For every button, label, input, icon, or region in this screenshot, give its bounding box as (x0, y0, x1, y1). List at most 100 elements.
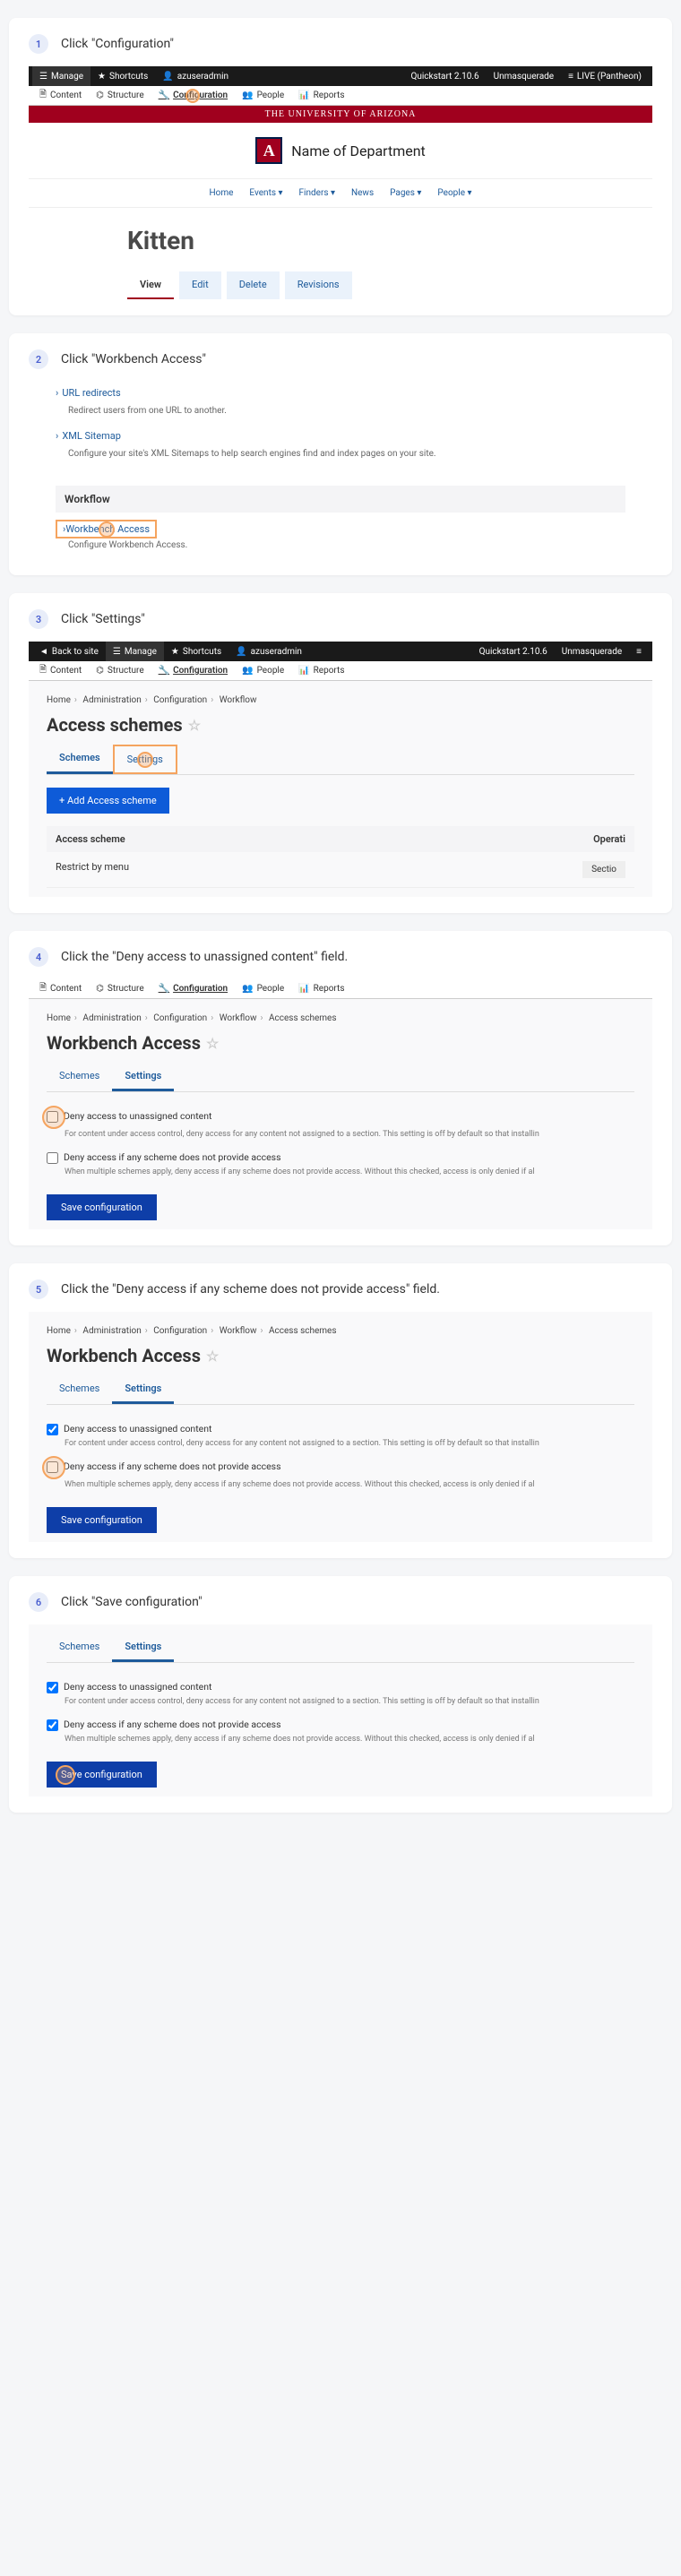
page-title: Kitten (127, 226, 652, 255)
star-icon: ★ (98, 72, 106, 82)
tab-settings[interactable]: Settings (112, 1633, 174, 1662)
save-configuration-button[interactable]: Save configuration (47, 1762, 157, 1788)
save-configuration-button[interactable]: Save configuration (47, 1507, 157, 1533)
tab-schemes[interactable]: Schemes (47, 745, 113, 774)
nav-people[interactable]: People ▾ (437, 188, 471, 198)
people-link[interactable]: 👥People (235, 90, 291, 100)
reports-icon: 📊 (298, 666, 309, 676)
configuration-link[interactable]: 🔧Configuration (151, 984, 235, 994)
tab-schemes[interactable]: Schemes (47, 1375, 112, 1404)
reports-link[interactable]: 📊Reports (291, 90, 351, 100)
click-highlight (47, 1460, 58, 1477)
step-header: 5 Click the "Deny access if any scheme d… (29, 1279, 652, 1299)
admin-subbar: 🗎Content ⌬Structure 🔧Configuration 👥Peop… (29, 661, 652, 681)
step-number: 3 (29, 609, 48, 629)
structure-link[interactable]: ⌬Structure (89, 90, 151, 100)
content-link[interactable]: 🗎Content (32, 663, 89, 678)
back-to-site[interactable]: ◄Back to site (32, 642, 106, 661)
nav-pages[interactable]: Pages ▾ (390, 188, 421, 198)
configuration-link[interactable]: 🔧Configuration (151, 90, 235, 100)
scheme-tabs: Schemes Settings (47, 1063, 634, 1092)
deny-any-scheme-checkbox[interactable] (47, 1152, 58, 1164)
admin-subbar: 🗎Content ⌬Structure 🔧Configuration 👥Peop… (29, 86, 652, 106)
user-menu[interactable]: 👤azuseradmin (228, 642, 309, 661)
tab-delete[interactable]: Delete (227, 271, 280, 299)
workbench-access-link[interactable]: ›Workbench Access (56, 520, 157, 538)
favorite-icon[interactable]: ☆ (188, 717, 201, 734)
nav-news[interactable]: News (351, 188, 374, 198)
tab-settings[interactable]: Settings (112, 1063, 174, 1091)
tab-edit[interactable]: Edit (179, 271, 221, 299)
tab-revisions[interactable]: Revisions (285, 271, 352, 299)
department-header: A Name of Department (29, 123, 652, 178)
deny-unassigned-checkbox[interactable] (47, 1111, 58, 1123)
deny-unassigned-checkbox[interactable] (47, 1424, 58, 1435)
university-banner: THE UNIVERSITY OF ARIZONA (29, 106, 652, 123)
breadcrumb: Home› Administration› Configuration› Wor… (47, 1008, 634, 1029)
content-icon: 🗎 (39, 663, 47, 678)
manage-menu[interactable]: ☰Manage (32, 66, 91, 86)
deny-unassigned-label: Deny access to unassigned content (64, 1110, 211, 1122)
tab-schemes[interactable]: Schemes (47, 1633, 112, 1662)
admin-subbar: 🗎Content ⌬Structure 🔧Configuration 👥Peop… (29, 979, 652, 999)
deny-unassigned-checkbox[interactable] (47, 1682, 58, 1693)
deny-any-scheme-checkbox[interactable] (47, 1461, 58, 1473)
sections-button[interactable]: Sectio (582, 861, 625, 878)
nav-finders[interactable]: Finders ▾ (299, 188, 335, 198)
reports-link[interactable]: 📊Reports (291, 666, 351, 676)
content-link[interactable]: 🗎Content (32, 88, 89, 103)
unmasquerade-link[interactable]: Unmasquerade (487, 66, 561, 86)
env-indicator: ≡LIVE (Pantheon) (561, 66, 649, 86)
favorite-icon[interactable]: ☆ (206, 1035, 219, 1052)
hamburger-icon: ☰ (39, 72, 47, 82)
save-configuration-button[interactable]: Save configuration (47, 1194, 157, 1220)
structure-link[interactable]: ⌬Structure (89, 666, 151, 676)
favorite-icon[interactable]: ☆ (206, 1348, 219, 1365)
people-link[interactable]: 👥People (235, 666, 291, 676)
quickstart-version: Quickstart 2.10.6 (403, 66, 486, 86)
tab-schemes[interactable]: Schemes (47, 1063, 112, 1091)
click-highlight (137, 752, 153, 768)
deny-unassigned-row: Deny access to unassigned content (47, 1419, 634, 1439)
step-header: 4 Click the "Deny access to unassigned c… (29, 947, 652, 967)
nav-home[interactable]: Home (209, 188, 233, 198)
user-menu[interactable]: 👤azuseradmin (155, 66, 236, 86)
deny-any-scheme-desc: When multiple schemes apply, deny access… (47, 1167, 634, 1176)
scheme-tabs: Schemes Settings (47, 745, 634, 775)
nav-events[interactable]: Events ▾ (249, 188, 282, 198)
workflow-section: Workflow (56, 486, 625, 513)
xml-sitemap-link[interactable]: ›XML Sitemap (56, 425, 625, 447)
configuration-link[interactable]: 🔧Configuration (151, 666, 235, 676)
step-header: 3 Click "Settings" (29, 609, 652, 629)
content-icon: 🗎 (39, 981, 47, 996)
tab-settings[interactable]: Settings (113, 745, 177, 774)
step-number: 5 (29, 1279, 48, 1299)
manage-menu[interactable]: ☰Manage (106, 642, 164, 661)
structure-link[interactable]: ⌬Structure (89, 984, 151, 994)
scheme-name: Restrict by menu (56, 861, 129, 878)
step-number: 1 (29, 34, 48, 54)
chevron-icon: › (56, 387, 58, 399)
people-link[interactable]: 👥People (235, 984, 291, 994)
unmasquerade-link[interactable]: Unmasquerade (555, 642, 629, 661)
step-4: 4 Click the "Deny access to unassigned c… (9, 931, 672, 1245)
content-link[interactable]: 🗎Content (32, 981, 89, 996)
shortcuts-menu[interactable]: ★Shortcuts (164, 642, 228, 661)
step-2: 2 Click "Workbench Access" ›URL redirect… (9, 333, 672, 575)
click-highlight (185, 89, 200, 103)
wrench-icon: 🔧 (159, 984, 169, 994)
col-access-scheme: Access scheme (56, 833, 125, 845)
deny-any-scheme-desc: When multiple schemes apply, deny access… (47, 1735, 634, 1744)
content-icon: 🗎 (39, 88, 47, 103)
step-title: Click "Settings" (61, 612, 145, 626)
tab-settings[interactable]: Settings (112, 1375, 174, 1404)
add-access-scheme-button[interactable]: + Add Access scheme (47, 788, 169, 814)
deny-unassigned-label: Deny access to unassigned content (64, 1423, 211, 1434)
env-icon: ≡ (568, 72, 573, 82)
url-redirects-link[interactable]: ›URL redirects (56, 382, 625, 404)
shortcuts-menu[interactable]: ★Shortcuts (91, 66, 155, 86)
deny-any-scheme-checkbox[interactable] (47, 1719, 58, 1731)
reports-link[interactable]: 📊Reports (291, 984, 351, 994)
deny-unassigned-desc: For content under access control, deny a… (47, 1130, 634, 1139)
tab-view[interactable]: View (127, 271, 174, 299)
